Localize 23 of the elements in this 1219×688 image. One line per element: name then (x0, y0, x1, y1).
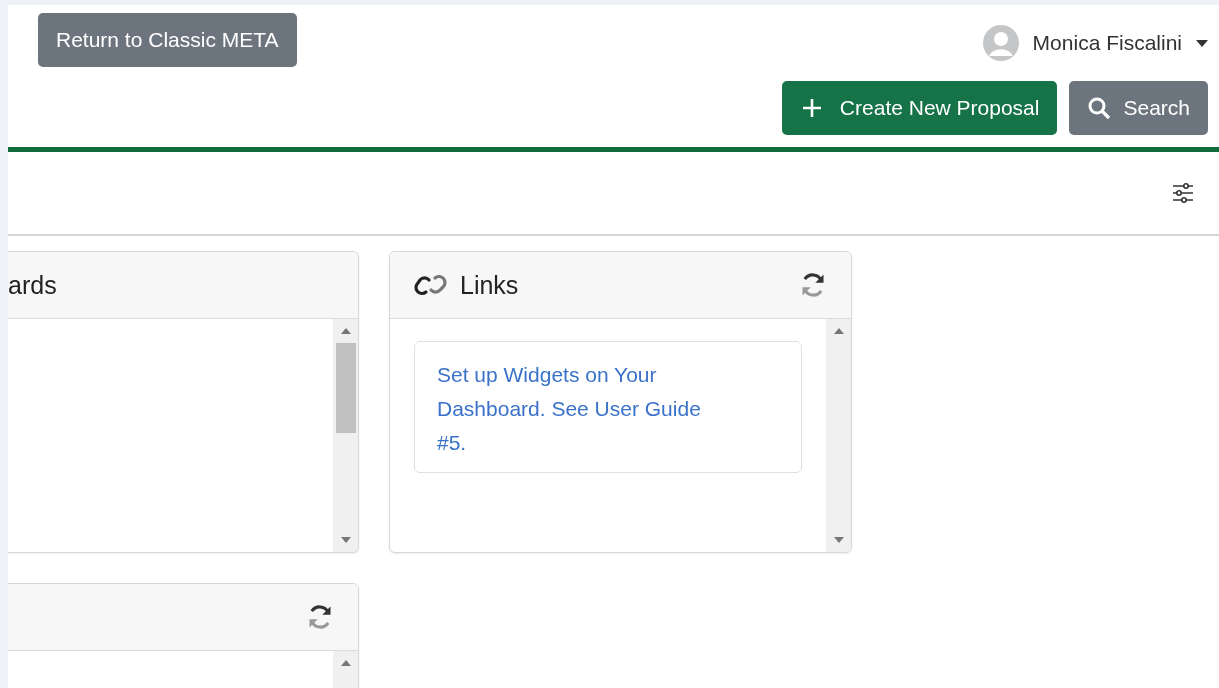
link-icon (414, 272, 448, 298)
scroll-down-arrow-icon[interactable] (832, 536, 845, 544)
scrollbar[interactable] (333, 319, 358, 552)
scrollbar-thumb[interactable] (335, 343, 356, 433)
user-menu[interactable]: Monica Fiscalini (982, 13, 1208, 61)
refresh-icon[interactable] (799, 271, 827, 299)
plus-icon (801, 98, 822, 118)
avatar-icon (982, 25, 1019, 61)
scroll-up-arrow-icon[interactable] (339, 659, 352, 667)
return-to-classic-button[interactable]: Return to Classic META (38, 13, 297, 67)
widget-title: ards (8, 270, 57, 300)
caret-icon (1196, 39, 1208, 47)
search-icon (1087, 96, 1112, 120)
scrollbar[interactable] (826, 319, 851, 552)
search-button[interactable]: Search (1069, 81, 1208, 135)
sliders-icon[interactable] (1171, 181, 1195, 205)
scroll-up-arrow-icon[interactable] (339, 327, 352, 335)
widget-title: Links (460, 270, 519, 300)
refresh-icon[interactable] (306, 603, 334, 631)
scroll-down-arrow-icon[interactable] (339, 536, 352, 544)
scroll-up-arrow-icon[interactable] (832, 327, 845, 335)
create-new-proposal-button[interactable]: Create New Proposal (781, 81, 1058, 135)
user-guide-link[interactable]: Set up Widgets on Your Dashboard. See User Guide #5. (437, 358, 727, 460)
